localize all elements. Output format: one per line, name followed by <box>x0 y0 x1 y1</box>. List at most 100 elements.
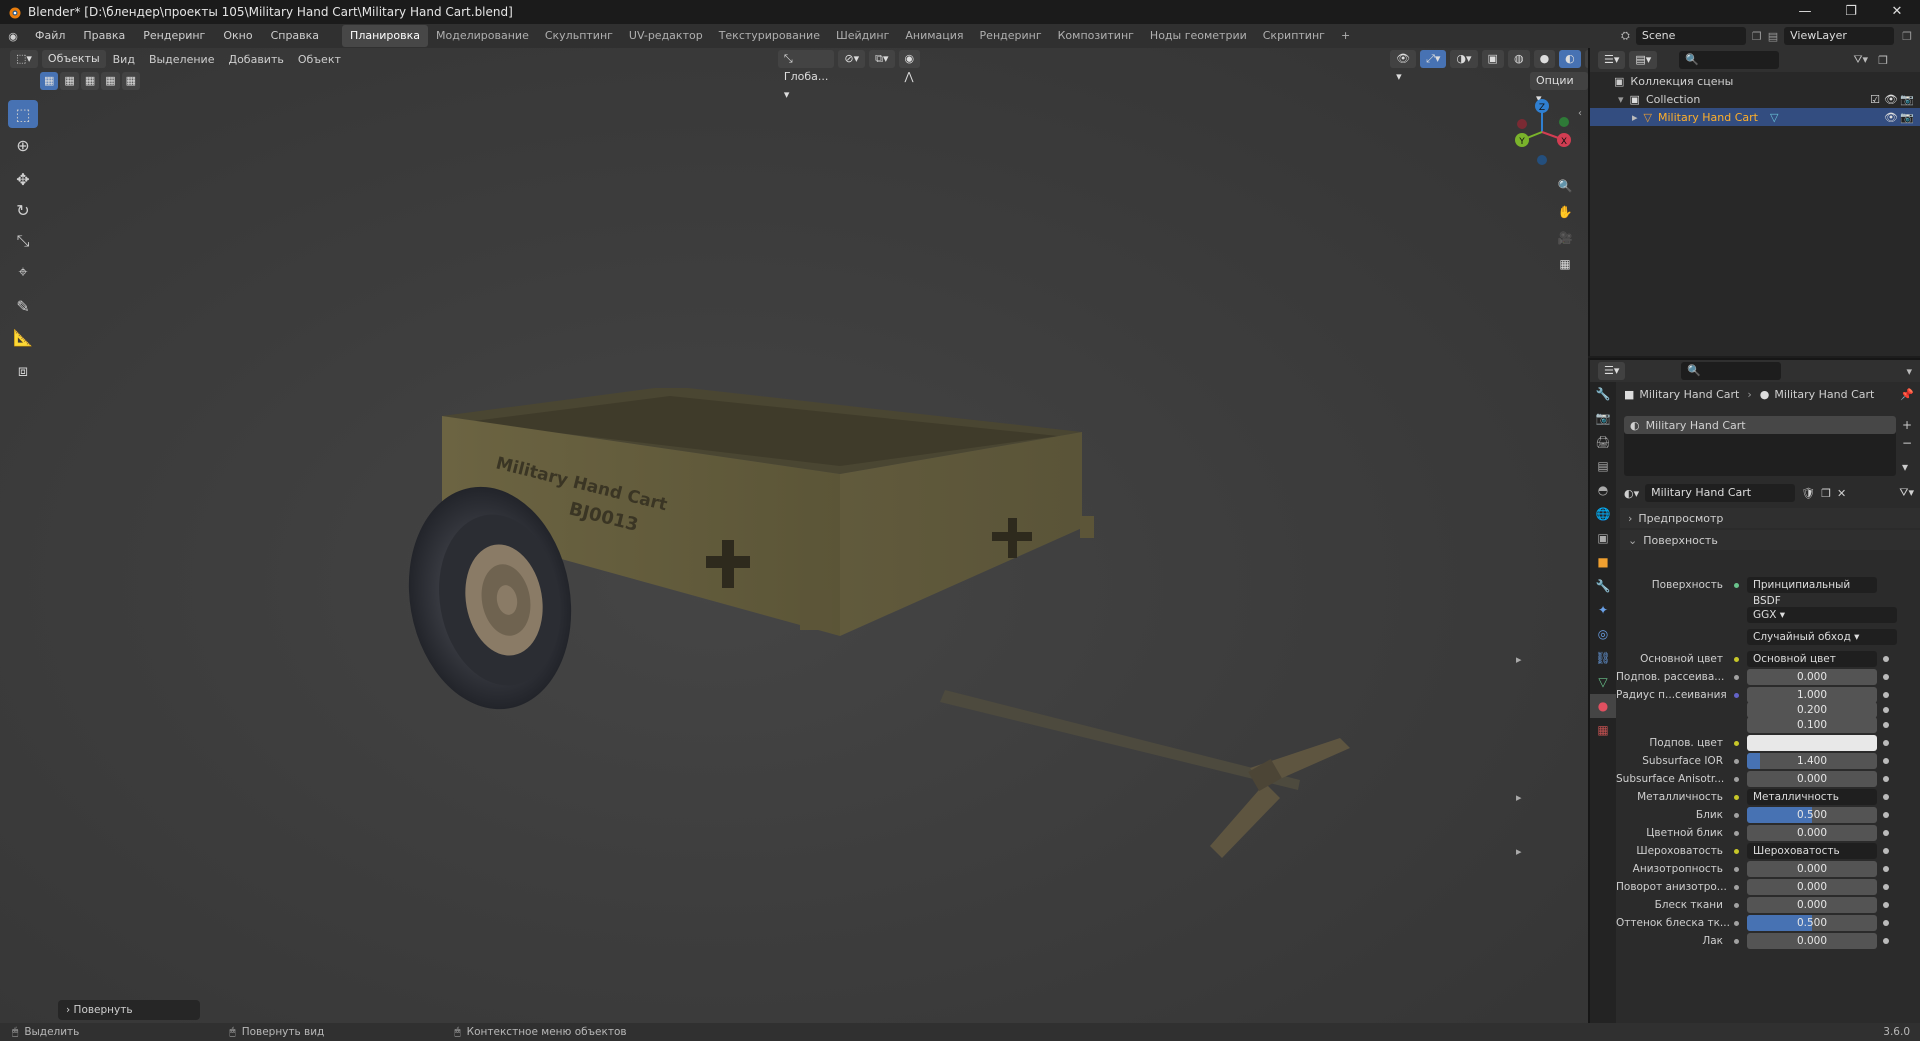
output-tab-icon[interactable]: 🖨 <box>1590 430 1616 454</box>
number-field[interactable]: 0.000 <box>1747 861 1877 877</box>
annotate-tool-icon[interactable]: ✎ <box>8 292 38 320</box>
number-field[interactable]: 1.400 <box>1747 753 1877 769</box>
select-box-tool-icon[interactable]: ⬚ <box>8 100 38 128</box>
select-extend-icon[interactable]: ▦ <box>60 72 79 90</box>
select-intersect-icon[interactable]: ▦ <box>121 72 141 90</box>
slot-specials-icon[interactable]: ▾ <box>1902 460 1912 474</box>
scene-icon[interactable]: ⛭ <box>1621 29 1630 43</box>
keyframe-icon[interactable] <box>1883 812 1889 818</box>
menu-render[interactable]: Рендеринг <box>134 24 214 48</box>
select-new-icon[interactable]: ▦ <box>40 72 59 90</box>
visibility-icon[interactable]: 👁▾ <box>1390 50 1417 83</box>
number-field[interactable]: 0.000 <box>1747 879 1877 895</box>
options-button[interactable]: Опции ▾ <box>1530 72 1588 105</box>
number-field[interactable]: 0.000 <box>1747 669 1877 685</box>
collection-checkbox-icon[interactable]: ☑ <box>1870 93 1880 106</box>
perspective-grid-icon[interactable]: ▦ <box>1554 253 1576 275</box>
outliner-search-input[interactable]: 🔍 <box>1679 51 1780 69</box>
collection-eye-icon[interactable]: 👁 <box>1884 93 1898 106</box>
world-tab-icon[interactable]: 🌐 <box>1590 502 1616 526</box>
scale-tool-icon[interactable]: ⤡ <box>8 227 38 255</box>
tab-animation[interactable]: Анимация <box>897 25 971 47</box>
properties-type-icon[interactable]: ☰▾ <box>1598 362 1626 380</box>
tab-uv-editing[interactable]: UV-редактор <box>621 25 711 47</box>
fake-user-icon[interactable]: 🛡 <box>1801 487 1815 500</box>
last-operator-panel[interactable]: › Повернуть <box>58 1000 200 1020</box>
proportional-edit-icon[interactable]: ◉ ⋀ <box>898 50 921 83</box>
outliner-type-icon[interactable]: ☰▾ <box>1598 51 1626 69</box>
surface-shader-selector[interactable]: Принципиальный BSDF <box>1747 577 1877 607</box>
keyframe-icon[interactable] <box>1883 920 1889 926</box>
constraints-tab-icon[interactable]: ⛓ <box>1590 646 1616 670</box>
blender-menu-icon[interactable]: ◉ <box>0 30 26 43</box>
outliner-row-collection[interactable]: ▾ ▣ Collection ☑ 👁 📷 <box>1590 90 1920 108</box>
menu-add[interactable]: Добавить <box>221 53 290 66</box>
3d-viewport[interactable]: ⬚▾ Объекты ▾ Вид Выделение Добавить Объе… <box>0 48 1588 1023</box>
mode-selector[interactable]: Объекты ▾ <box>41 50 106 83</box>
expand-input-icon[interactable]: ▸ <box>1516 653 1522 666</box>
material-browse-icon[interactable]: ◐▾ <box>1624 487 1639 500</box>
view-layer-icon[interactable]: ▤ <box>1768 30 1778 43</box>
material-name-field[interactable]: Military Hand Cart <box>1645 484 1796 502</box>
tab-modeling[interactable]: Моделирование <box>428 25 537 47</box>
properties-options-icon[interactable]: ▾ <box>1906 365 1912 378</box>
tab-texture-paint[interactable]: Текстурирование <box>711 25 828 47</box>
cursor-tool-icon[interactable]: ⊕ <box>8 131 38 159</box>
keyframe-icon[interactable] <box>1883 794 1889 800</box>
modifier-tab-icon[interactable]: 🔧 <box>1590 574 1616 598</box>
linked-input-field[interactable]: Основной цвет <box>1747 651 1877 667</box>
new-collection-icon[interactable]: ❐ <box>1878 54 1888 67</box>
menu-help[interactable]: Справка <box>262 24 328 48</box>
subsurface-method-selector[interactable]: Случайный обход ▾ <box>1747 629 1897 645</box>
editor-type-icon[interactable]: ⬚▾ <box>10 50 38 68</box>
unlink-material-icon[interactable]: ✕ <box>1837 487 1846 500</box>
number-field[interactable]: 0.000 <box>1747 897 1877 913</box>
particles-tab-icon[interactable]: ✦ <box>1590 598 1616 622</box>
linked-input-field[interactable]: Шероховатость <box>1747 843 1877 859</box>
select-subtract-icon[interactable]: ▦ <box>80 72 100 90</box>
overlays-icon[interactable]: ◑▾ <box>1450 50 1478 68</box>
keyframe-icon[interactable] <box>1883 707 1889 713</box>
render-tab-icon[interactable]: 📷 <box>1590 406 1616 430</box>
keyframe-icon[interactable] <box>1883 848 1889 854</box>
pan-hand-icon[interactable]: ✋ <box>1554 201 1576 223</box>
keyframe-icon[interactable] <box>1883 740 1889 746</box>
minimize-button[interactable]: — <box>1782 0 1828 24</box>
keyframe-icon[interactable] <box>1883 866 1889 872</box>
expand-input-icon[interactable]: ▸ <box>1516 791 1522 804</box>
number-field[interactable]: 0.100 <box>1747 717 1877 733</box>
navigation-gizmo[interactable]: Z X Y <box>1506 98 1576 168</box>
keyframe-icon[interactable] <box>1883 776 1889 782</box>
keyframe-icon[interactable] <box>1883 830 1889 836</box>
keyframe-icon[interactable] <box>1883 722 1889 728</box>
object-expand-icon[interactable]: ▸ <box>1632 111 1638 124</box>
material-filter-icon[interactable]: ⛛▾ <box>1899 486 1914 500</box>
texture-tab-icon[interactable]: ▦ <box>1590 718 1616 742</box>
tab-sculpting[interactable]: Скульптинг <box>537 25 621 47</box>
number-field[interactable]: 0.000 <box>1747 825 1877 841</box>
material-tab-icon[interactable]: ● <box>1590 694 1616 718</box>
transform-tool-icon[interactable]: ⌖ <box>8 258 38 286</box>
camera-view-icon[interactable]: 🎥 <box>1554 227 1576 249</box>
tab-shading[interactable]: Шейдинг <box>828 25 897 47</box>
gizmo-toggle-icon[interactable]: ⤢▾ <box>1420 50 1447 68</box>
keyframe-icon[interactable] <box>1883 692 1889 698</box>
keyframe-icon[interactable] <box>1883 938 1889 944</box>
keyframe-icon[interactable] <box>1883 674 1889 680</box>
panel-preview-header[interactable]: › Предпросмотр <box>1620 508 1920 528</box>
linked-input-field[interactable]: Металличность <box>1747 789 1877 805</box>
menu-edit[interactable]: Правка <box>74 24 134 48</box>
new-scene-icon[interactable]: ❐ <box>1752 30 1762 43</box>
scene-selector[interactable]: Scene <box>1635 27 1746 45</box>
menu-view[interactable]: Вид <box>106 53 142 66</box>
tool-tab-icon[interactable]: 🔧 <box>1590 382 1616 406</box>
rotate-tool-icon[interactable]: ↻ <box>8 196 38 224</box>
pin-icon[interactable]: 📌 <box>1900 388 1914 401</box>
number-field[interactable]: 0.500 <box>1747 807 1877 823</box>
outliner-display-mode-icon[interactable]: ▤▾ <box>1629 51 1658 69</box>
outliner-row-scene-collection[interactable]: ▣ Коллекция сцены <box>1590 72 1920 90</box>
sidebar-toggle-icon[interactable]: ‹ <box>1578 108 1582 119</box>
outliner-row-object[interactable]: ▸ ▽ Military Hand Cart ▽ 👁 📷 <box>1590 108 1920 126</box>
object-eye-icon[interactable]: 👁 <box>1884 111 1898 124</box>
shading-solid-icon[interactable]: ● <box>1533 50 1556 68</box>
